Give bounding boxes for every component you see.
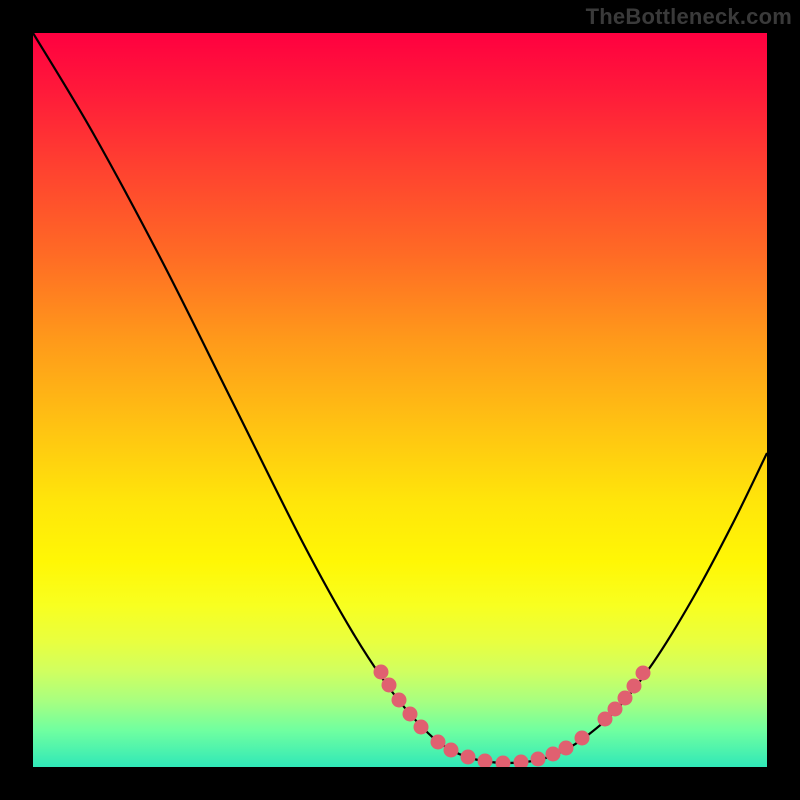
curve-dot	[478, 754, 493, 768]
curve-dot	[559, 741, 574, 756]
watermark-text: TheBottleneck.com	[586, 4, 792, 30]
curve-dot	[444, 743, 459, 758]
curve-dot	[374, 665, 389, 680]
curve-layer	[33, 33, 767, 767]
curve-dot	[496, 756, 511, 768]
bottleneck-curve	[33, 33, 767, 763]
curve-dot	[514, 755, 529, 768]
curve-dot	[531, 752, 546, 767]
curve-dot	[382, 678, 397, 693]
curve-dot	[546, 747, 561, 762]
curve-dot	[575, 731, 590, 746]
curve-dot	[627, 679, 642, 694]
plot-area	[33, 33, 767, 767]
curve-dot	[403, 707, 418, 722]
curve-dot	[414, 720, 429, 735]
chart-frame: TheBottleneck.com	[0, 0, 800, 800]
highlight-dots	[374, 665, 651, 768]
curve-dot	[431, 735, 446, 750]
curve-dot	[392, 693, 407, 708]
curve-dot	[461, 750, 476, 765]
curve-dot	[636, 666, 651, 681]
curve-dot	[618, 691, 633, 706]
